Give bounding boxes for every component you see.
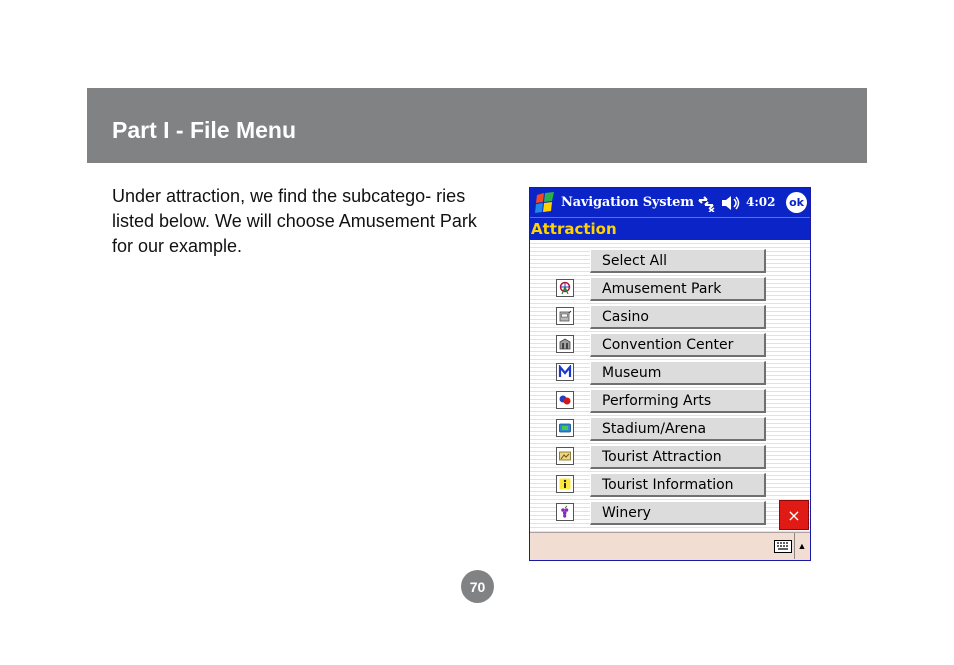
tourist-information-button[interactable]: Tourist Information xyxy=(590,473,766,497)
command-bar: ▲ xyxy=(530,532,810,560)
body-paragraph: Under attraction, we find the subcatego-… xyxy=(112,186,477,256)
list-item: Winery xyxy=(530,500,810,528)
list-item: Amusement Park xyxy=(530,276,810,304)
slot-machine-icon xyxy=(556,307,574,325)
museum-m-icon xyxy=(556,363,574,381)
title-bar: Navigation System 4:02 ok xyxy=(530,188,810,217)
list-item: Tourist Information xyxy=(530,472,810,500)
list-item: Stadium/Arena xyxy=(530,416,810,444)
museum-button[interactable]: Museum xyxy=(590,361,766,385)
keyboard-icon[interactable] xyxy=(774,540,792,553)
amusement-park-button[interactable]: Amusement Park xyxy=(590,277,766,301)
list-item: Casino xyxy=(530,304,810,332)
stadium-arena-button[interactable]: Stadium/Arena xyxy=(590,417,766,441)
ferris-wheel-icon xyxy=(556,279,574,297)
stadium-icon xyxy=(556,419,574,437)
section-header-bar: Part I - File Menu xyxy=(87,88,867,163)
grapes-icon xyxy=(556,503,574,521)
clock[interactable]: 4:02 xyxy=(746,195,775,209)
performing-arts-button[interactable]: Performing Arts xyxy=(590,389,766,413)
ok-button[interactable]: ok xyxy=(786,192,807,213)
close-button[interactable]: × xyxy=(779,500,809,530)
category-title: Attraction xyxy=(531,220,617,238)
convention-building-icon xyxy=(556,335,574,353)
theater-masks-icon xyxy=(556,391,574,409)
speaker-icon[interactable] xyxy=(720,195,742,211)
casino-button[interactable]: Casino xyxy=(590,305,766,329)
category-bar: Attraction xyxy=(530,217,810,240)
list-item: Select All xyxy=(530,248,810,276)
list-item: Tourist Attraction xyxy=(530,444,810,472)
section-title: Part I - File Menu xyxy=(112,117,297,143)
category-list: Select All Amusement Park Casino Convent… xyxy=(530,240,810,532)
info-i-icon xyxy=(556,475,574,493)
page-number: 70 xyxy=(461,570,494,603)
tourist-attraction-icon xyxy=(556,447,574,465)
sip-arrow-icon[interactable]: ▲ xyxy=(794,533,809,559)
convention-center-button[interactable]: Convention Center xyxy=(590,333,766,357)
connectivity-icon[interactable] xyxy=(696,194,716,212)
list-item: Museum xyxy=(530,360,810,388)
select-all-button[interactable]: Select All xyxy=(590,249,766,273)
winery-button[interactable]: Winery xyxy=(590,501,766,525)
windows-start-icon[interactable] xyxy=(532,191,558,214)
app-name: Navigation System xyxy=(561,195,694,210)
list-item: Performing Arts xyxy=(530,388,810,416)
pocketpc-screenshot: Navigation System 4:02 ok Attraction Sel… xyxy=(529,187,811,561)
tourist-attraction-button[interactable]: Tourist Attraction xyxy=(590,445,766,469)
list-item: Convention Center xyxy=(530,332,810,360)
